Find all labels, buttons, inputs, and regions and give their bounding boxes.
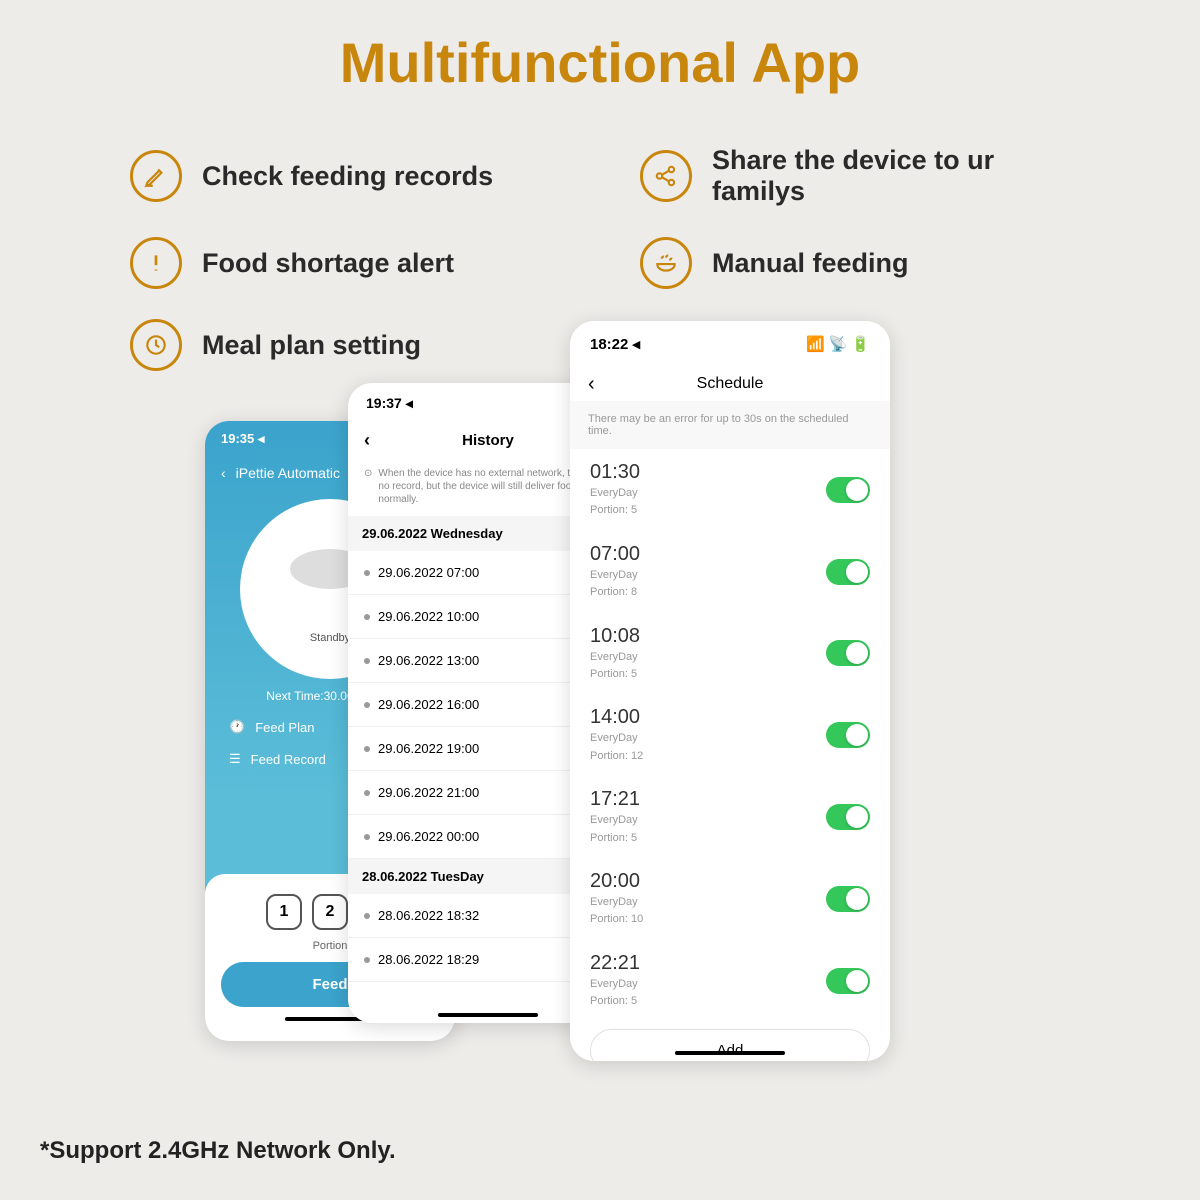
schedule-item[interactable]: 20:00 EveryDay Portion: 10 <box>570 858 890 940</box>
status-bar: 18:22 ◂ 📶 📡 🔋 <box>570 321 890 367</box>
schedule-info: 10:08 EveryDay Portion: 5 <box>590 625 640 683</box>
schedule-item[interactable]: 01:30 EveryDay Portion: 5 <box>570 449 890 531</box>
wifi-icon: 📡 <box>829 335 848 353</box>
schedule-toggle[interactable] <box>826 640 870 666</box>
record-timestamp: 28.06.2022 18:29 <box>378 952 479 967</box>
schedule-time: 07:00 <box>590 543 640 566</box>
schedule-frequency: EveryDay <box>590 813 640 828</box>
schedule-notice: There may be an error for up to 30s on t… <box>570 401 890 449</box>
share-icon <box>640 150 692 202</box>
app-title: iPettie Automatic <box>236 465 340 481</box>
schedule-item[interactable]: 07:00 EveryDay Portion: 8 <box>570 531 890 613</box>
schedule-time: 10:08 <box>590 625 640 648</box>
back-icon[interactable]: ‹ <box>588 373 595 396</box>
record-timestamp: 29.06.2022 19:00 <box>378 741 479 756</box>
record-timestamp: 29.06.2022 13:00 <box>378 653 479 668</box>
schedule-time: 14:00 <box>590 706 643 729</box>
phone-mockups: 19:35 ◂ ‹ iPettie Automatic Standby Next… <box>0 401 1200 1081</box>
schedule-info: 07:00 EveryDay Portion: 8 <box>590 543 640 601</box>
status-time: 18:22 ◂ <box>590 335 640 353</box>
status-icons: 📶 📡 🔋 <box>806 335 870 353</box>
info-icon: ⊙ <box>364 467 372 506</box>
schedule-toggle[interactable] <box>826 477 870 503</box>
back-icon[interactable]: ‹ <box>364 430 370 451</box>
portion-2[interactable]: 2 <box>312 894 348 930</box>
schedule-portion: Portion: 10 <box>590 912 643 927</box>
feature-label: Manual feeding <box>712 248 909 279</box>
signal-icon: 📶 <box>806 335 825 353</box>
schedule-info: 17:21 EveryDay Portion: 5 <box>590 788 640 846</box>
feature-label: Share the device to ur familys <box>712 145 1070 207</box>
record-timestamp: 29.06.2022 00:00 <box>378 829 479 844</box>
schedule-portion: Portion: 5 <box>590 994 640 1009</box>
schedule-toggle[interactable] <box>826 968 870 994</box>
schedule-frequency: EveryDay <box>590 650 640 665</box>
portion-1[interactable]: 1 <box>266 894 302 930</box>
schedule-portion: Portion: 8 <box>590 585 640 600</box>
schedule-toggle[interactable] <box>826 886 870 912</box>
record-timestamp: 29.06.2022 21:00 <box>378 785 479 800</box>
list-mini-icon: ☰ <box>229 751 241 767</box>
schedule-portion: Portion: 5 <box>590 831 640 846</box>
schedule-toggle[interactable] <box>826 559 870 585</box>
schedule-toggle[interactable] <box>826 804 870 830</box>
phone-schedule-screen: 18:22 ◂ 📶 📡 🔋 ‹ Schedule There may be an… <box>570 321 890 1061</box>
screen-title: History <box>462 432 514 449</box>
feature-label: Food shortage alert <box>202 248 454 279</box>
schedule-info: 14:00 EveryDay Portion: 12 <box>590 706 643 764</box>
schedule-time: 01:30 <box>590 461 640 484</box>
alert-icon <box>130 237 182 289</box>
schedule-item[interactable]: 10:08 EveryDay Portion: 5 <box>570 613 890 695</box>
record-timestamp: 29.06.2022 10:00 <box>378 609 479 624</box>
pencil-icon <box>130 150 182 202</box>
schedule-portion: Portion: 5 <box>590 503 640 518</box>
page-title: Multifunctional App <box>0 0 1200 95</box>
feature-label: Meal plan setting <box>202 330 421 361</box>
feature-label: Check feeding records <box>202 161 493 192</box>
screen-title: Schedule <box>697 375 764 393</box>
schedule-frequency: EveryDay <box>590 486 640 501</box>
record-timestamp: 29.06.2022 16:00 <box>378 697 479 712</box>
schedule-time: 22:21 <box>590 952 640 975</box>
footnote: *Support 2.4GHz Network Only. <box>40 1137 396 1165</box>
status-time: 19:35 ◂ <box>221 431 264 447</box>
schedule-frequency: EveryDay <box>590 895 643 910</box>
home-indicator <box>675 1051 785 1055</box>
schedule-list[interactable]: 01:30 EveryDay Portion: 5 07:00 EveryDay Port… <box>570 449 890 1021</box>
schedule-frequency: EveryDay <box>590 731 643 746</box>
schedule-toggle[interactable] <box>826 722 870 748</box>
back-icon[interactable]: ‹ <box>221 465 226 481</box>
bowl-icon <box>640 237 692 289</box>
schedule-item[interactable]: 14:00 EveryDay Portion: 12 <box>570 694 890 776</box>
schedule-info: 01:30 EveryDay Portion: 5 <box>590 461 640 519</box>
feature-share: Share the device to ur familys <box>640 145 1070 207</box>
schedule-frequency: EveryDay <box>590 977 640 992</box>
clock-mini-icon: 🕐 <box>229 719 245 735</box>
schedule-portion: Portion: 12 <box>590 749 643 764</box>
battery-icon: 🔋 <box>851 335 870 353</box>
add-button[interactable]: Add <box>590 1029 870 1061</box>
feature-records: Check feeding records <box>130 145 560 207</box>
status-time: 19:37 ◂ <box>366 395 413 412</box>
schedule-portion: Portion: 5 <box>590 667 640 682</box>
clock-icon <box>130 319 182 371</box>
schedule-info: 22:21 EveryDay Portion: 5 <box>590 952 640 1010</box>
feature-manual: Manual feeding <box>640 237 1070 289</box>
schedule-item[interactable]: 22:21 EveryDay Portion: 5 <box>570 940 890 1022</box>
feature-meal: Meal plan setting <box>130 319 560 371</box>
schedule-item[interactable]: 17:21 EveryDay Portion: 5 <box>570 776 890 858</box>
schedule-header: ‹ Schedule <box>570 367 890 401</box>
schedule-frequency: EveryDay <box>590 568 640 583</box>
feature-alert: Food shortage alert <box>130 237 560 289</box>
home-indicator <box>438 1013 538 1017</box>
schedule-info: 20:00 EveryDay Portion: 10 <box>590 870 643 928</box>
schedule-time: 17:21 <box>590 788 640 811</box>
record-timestamp: 28.06.2022 18:32 <box>378 908 479 923</box>
record-timestamp: 29.06.2022 07:00 <box>378 565 479 580</box>
schedule-time: 20:00 <box>590 870 643 893</box>
standby-label: Standby <box>310 632 350 644</box>
